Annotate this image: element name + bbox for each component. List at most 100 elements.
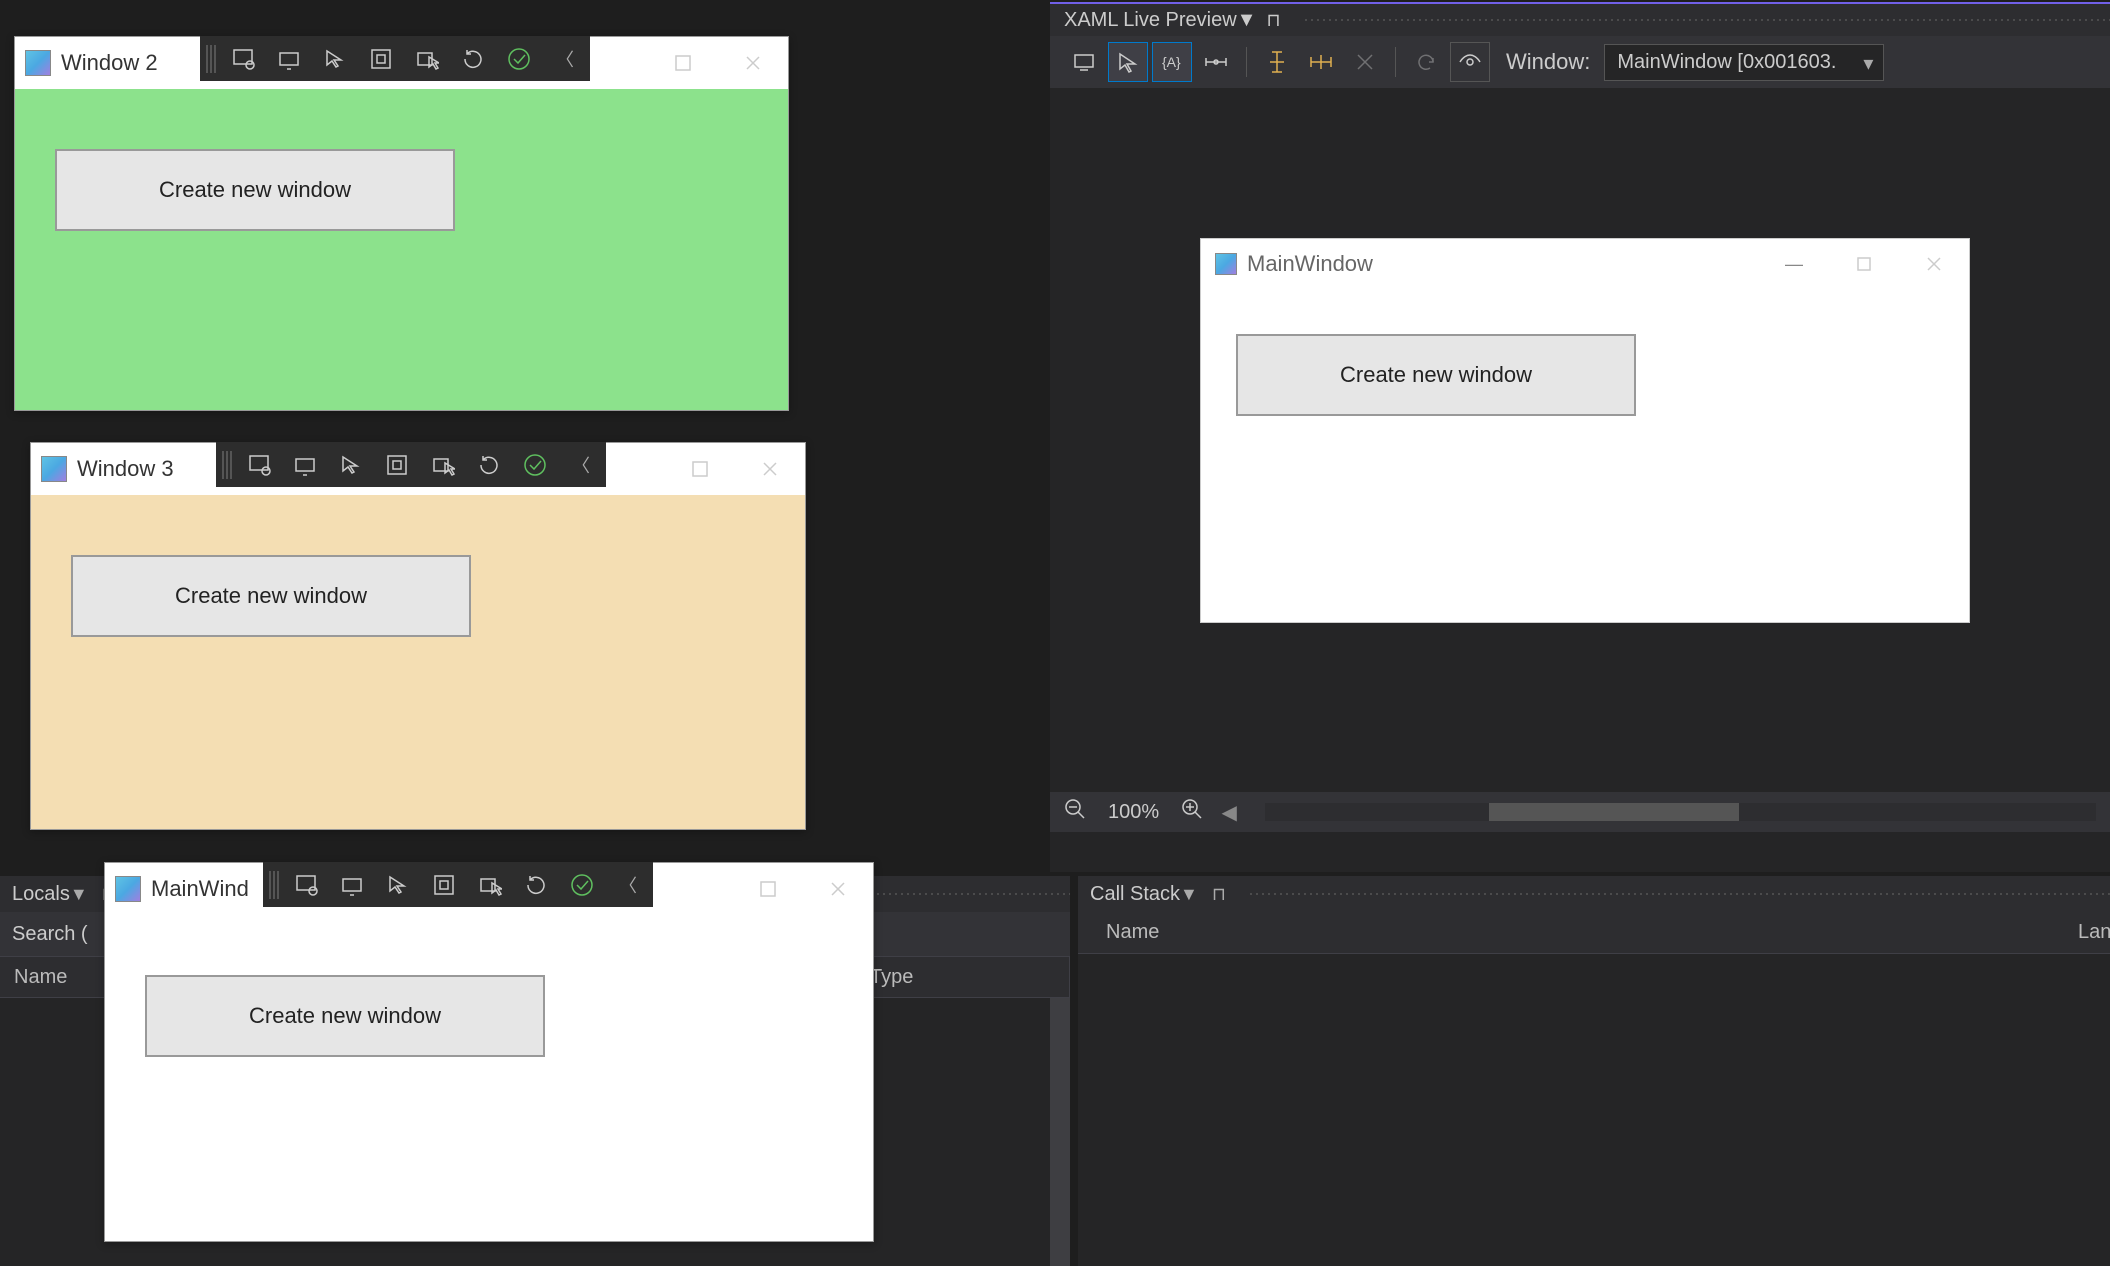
binding-check-icon[interactable]	[516, 446, 554, 484]
app-icon	[41, 456, 67, 482]
column-headers: Name Lan	[1078, 912, 2110, 954]
delete-icon	[1345, 42, 1385, 82]
app-icon	[115, 876, 141, 902]
create-new-window-button[interactable]: Create new window	[145, 975, 545, 1057]
combo-value: MainWindow [0x001603.	[1617, 51, 1836, 73]
dropdown-icon[interactable]: ▼	[70, 884, 88, 905]
track-focused-icon[interactable]	[471, 866, 509, 904]
panel-title: Locals	[12, 883, 70, 906]
app-icon	[25, 50, 51, 76]
xaml-debug-toolbar[interactable]: 〈	[263, 862, 653, 907]
chevron-left-icon[interactable]: 〈	[609, 866, 647, 904]
close-button[interactable]	[735, 443, 805, 495]
panel-title: Call Stack	[1090, 883, 1180, 906]
grip-icon[interactable]	[222, 451, 232, 479]
window-body: Create new window	[105, 915, 873, 1241]
close-button[interactable]	[718, 37, 788, 89]
col-name[interactable]: Name	[1078, 921, 2050, 944]
preview-title: MainWindow	[1247, 251, 1373, 277]
close-button[interactable]	[803, 863, 873, 915]
grip-icon[interactable]	[206, 45, 216, 73]
show-hidden-icon[interactable]	[1450, 42, 1490, 82]
live-preview-icon[interactable]	[270, 40, 308, 78]
callstack-panel: Call Stack ▼ ⊓ Name Lan	[1078, 876, 2110, 1266]
maximize-button[interactable]	[733, 863, 803, 915]
close-icon	[1899, 239, 1969, 289]
app-window-2[interactable]: Window 2 Create new window 〈	[14, 36, 789, 411]
live-visual-tree-icon[interactable]	[224, 40, 262, 78]
binding-check-icon[interactable]	[500, 40, 538, 78]
horizontal-scrollbar[interactable]	[1265, 803, 2096, 821]
display-layout-adorners-icon[interactable]	[378, 446, 416, 484]
app-window-main[interactable]: MainWind Create new window 〈	[104, 862, 874, 1242]
preview-body: Create new window	[1201, 289, 1969, 461]
preview-mainwindow: MainWindow — Create new window	[1200, 238, 1970, 623]
display-layout-adorners-icon[interactable]	[425, 866, 463, 904]
window-title: Window 3	[77, 456, 174, 482]
grip-icon[interactable]	[269, 871, 279, 899]
horizontal-rulers-icon[interactable]	[1301, 42, 1341, 82]
window-title: MainWind	[151, 876, 249, 902]
window-body: Create new window	[31, 495, 805, 829]
select-element-icon[interactable]	[379, 866, 417, 904]
scrollbar-thumb[interactable]	[1489, 803, 1738, 821]
preview-selected-element-icon[interactable]	[1064, 42, 1104, 82]
hot-reload-icon[interactable]	[470, 446, 508, 484]
scroll-left-icon[interactable]: ◀	[1219, 800, 1239, 825]
xaml-debug-toolbar[interactable]: 〈	[216, 442, 606, 487]
window-title: Window 2	[61, 50, 158, 76]
maximize-icon	[1829, 239, 1899, 289]
live-visual-tree-icon[interactable]	[240, 446, 278, 484]
create-new-window-button[interactable]: Create new window	[71, 555, 471, 637]
zoom-in-icon[interactable]	[1181, 798, 1203, 826]
preview-create-button: Create new window	[1236, 334, 1636, 416]
panel-header[interactable]: Call Stack ▼ ⊓	[1078, 876, 2110, 912]
app-window-3[interactable]: Window 3 Create new window 〈	[30, 442, 806, 830]
window-label: Window:	[1506, 49, 1590, 75]
preview-canvas[interactable]: MainWindow — Create new window 100% ◀	[1050, 88, 2110, 832]
maximize-button[interactable]	[665, 443, 735, 495]
xaml-debug-toolbar[interactable]: 〈	[200, 36, 590, 81]
chevron-left-icon[interactable]: 〈	[562, 446, 600, 484]
show-element-info-icon[interactable]: {A}	[1152, 42, 1192, 82]
select-element-preview-icon[interactable]	[1108, 42, 1148, 82]
vertical-rulers-icon[interactable]	[1257, 42, 1297, 82]
rulers-icon[interactable]	[1196, 42, 1236, 82]
separator	[1246, 47, 1247, 77]
minimize-icon: —	[1759, 239, 1829, 289]
hot-reload-icon[interactable]	[454, 40, 492, 78]
dropdown-icon[interactable]: ▼	[1237, 9, 1257, 32]
display-layout-adorners-icon[interactable]	[362, 40, 400, 78]
panel-header[interactable]: XAML Live Preview ▼ ⊓	[1050, 2, 2110, 36]
live-preview-icon[interactable]	[286, 446, 324, 484]
app-icon	[1215, 253, 1237, 275]
separator	[1395, 47, 1396, 77]
search-placeholder: Search (	[12, 923, 88, 946]
dropdown-icon[interactable]: ▼	[1180, 884, 1198, 905]
live-preview-icon[interactable]	[333, 866, 371, 904]
zoom-bar: 100% ◀	[1050, 792, 2110, 832]
binding-check-icon[interactable]	[563, 866, 601, 904]
undo-icon	[1406, 42, 1446, 82]
track-focused-icon[interactable]	[424, 446, 462, 484]
vertical-scrollbar[interactable]	[1050, 998, 1070, 1266]
select-element-icon[interactable]	[316, 40, 354, 78]
live-visual-tree-icon[interactable]	[287, 866, 325, 904]
xaml-live-preview-panel: XAML Live Preview ▼ ⊓ {A} Window: MainWi…	[1050, 2, 2110, 872]
panel-title: XAML Live Preview	[1064, 9, 1237, 32]
svg-text:{A}: {A}	[1162, 54, 1181, 70]
pin-icon[interactable]: ⊓	[1266, 10, 1280, 31]
create-new-window-button[interactable]: Create new window	[55, 149, 455, 231]
window-body: Create new window	[15, 89, 788, 410]
hot-reload-icon[interactable]	[517, 866, 555, 904]
xaml-toolbar: {A} Window: MainWindow [0x001603.	[1050, 36, 2110, 88]
pin-icon[interactable]: ⊓	[1212, 884, 1226, 905]
col-lang[interactable]: Lan	[2050, 921, 2110, 944]
maximize-button[interactable]	[648, 37, 718, 89]
zoom-out-icon[interactable]	[1064, 798, 1086, 826]
window-selector-combo[interactable]: MainWindow [0x001603.	[1604, 44, 1884, 81]
preview-titlebar: MainWindow —	[1201, 239, 1969, 289]
track-focused-icon[interactable]	[408, 40, 446, 78]
select-element-icon[interactable]	[332, 446, 370, 484]
chevron-left-icon[interactable]: 〈	[546, 40, 584, 78]
